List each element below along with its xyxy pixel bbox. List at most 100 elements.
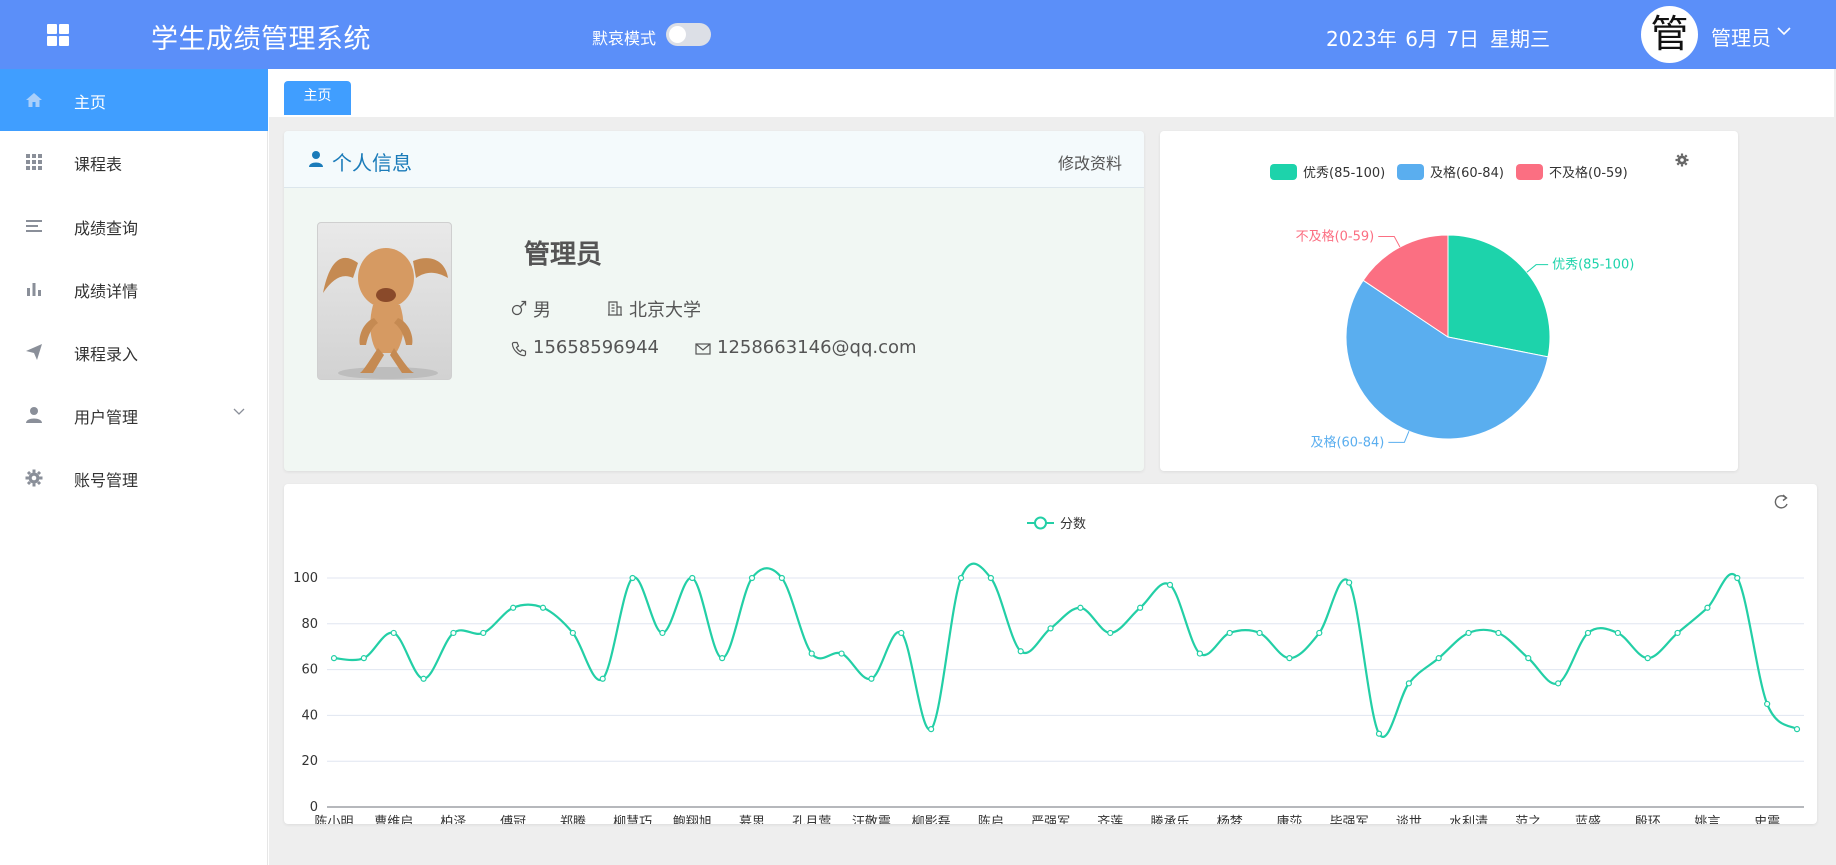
pie-label: 及格(60-84) bbox=[1310, 434, 1384, 450]
data-point bbox=[1674, 629, 1681, 637]
sidebar-item-user-management[interactable]: 用户管理 bbox=[0, 384, 268, 446]
data-point bbox=[1286, 655, 1293, 662]
data-point bbox=[689, 574, 696, 582]
sidebar-item-label: 主页 bbox=[74, 93, 107, 112]
avatar[interactable]: 管 bbox=[1641, 6, 1698, 63]
data-point bbox=[1465, 629, 1472, 637]
male-icon bbox=[511, 300, 527, 316]
legend-item: 优秀(85-100) bbox=[1270, 164, 1385, 181]
x-tick-label: 柳慧巧 bbox=[613, 814, 652, 824]
data-point bbox=[1047, 625, 1054, 632]
data-point bbox=[1166, 581, 1174, 588]
data-point bbox=[1405, 680, 1412, 687]
sidebar-item-label: 课程录入 bbox=[74, 345, 139, 364]
data-point bbox=[1525, 655, 1532, 662]
pie-leader-line bbox=[1378, 235, 1401, 248]
current-weekday: 星期三 bbox=[1490, 27, 1550, 51]
x-tick-label: 史震 bbox=[1754, 815, 1780, 824]
sidebar-item-label: 课程表 bbox=[74, 155, 123, 174]
data-point bbox=[1017, 648, 1024, 655]
mourning-mode-label: 默哀模式 bbox=[592, 29, 657, 48]
x-tick-label: 姚言 bbox=[1694, 815, 1720, 824]
pie-chart: 优秀(85-100) 及格(60-84) 不及格(0-59) 优秀(85-100) 及格… bbox=[1270, 153, 1689, 450]
data-point bbox=[1793, 726, 1801, 733]
y-tick-label: 100 bbox=[293, 571, 318, 586]
data-point bbox=[1555, 680, 1562, 687]
tab-home[interactable]: 主页 bbox=[284, 81, 351, 115]
data-point bbox=[1704, 604, 1711, 611]
personal-info-card: 个人信息 修改资料 管理员 男 北京大学 15658596944 1258663… bbox=[284, 131, 1144, 471]
pie-leader-line bbox=[1526, 264, 1549, 273]
legend-swatch bbox=[1516, 164, 1543, 180]
data-point bbox=[569, 629, 576, 637]
menu-grid-icon[interactable] bbox=[47, 24, 69, 46]
legend-label: 及格(60-84) bbox=[1430, 165, 1504, 181]
data-point bbox=[1584, 629, 1592, 637]
x-tick-label: 孔月莺 bbox=[792, 815, 831, 824]
list-icon bbox=[26, 220, 42, 232]
sidebar-item-account-management[interactable]: 账号管理 bbox=[0, 447, 268, 509]
data-point bbox=[629, 574, 636, 582]
personal-info-header: 个人信息 修改资料 bbox=[284, 131, 1144, 188]
data-point bbox=[1316, 629, 1323, 637]
user-icon bbox=[309, 151, 323, 167]
home-icon bbox=[26, 93, 42, 107]
x-tick-label: 鲍翔旭 bbox=[673, 815, 712, 824]
pie-label: 不及格(0-59) bbox=[1296, 228, 1375, 244]
legend-label: 分数 bbox=[1060, 517, 1086, 532]
sidebar-item-label: 成绩详情 bbox=[74, 282, 139, 301]
main-content: 主页 个人信息 修改资料 管理员 男 北京大学 15658596944 1258… bbox=[269, 69, 1836, 865]
pie-leader-line bbox=[1388, 431, 1410, 443]
top-header: 学生成绩管理系统 默哀模式 2023年 6月 7日 星期三 管 管理员 bbox=[0, 0, 1836, 69]
gear-icon[interactable] bbox=[1675, 153, 1689, 167]
send-icon bbox=[26, 344, 42, 360]
sidebar-item-course-entry[interactable]: 课程录入 bbox=[0, 321, 268, 383]
chevron-down-icon[interactable] bbox=[1776, 23, 1792, 43]
pie-slice bbox=[1447, 234, 1551, 358]
data-point bbox=[539, 604, 547, 611]
x-tick-label: 殷环 bbox=[1635, 815, 1661, 824]
refresh-icon[interactable] bbox=[1774, 494, 1788, 509]
x-tick-label: 曹维启 bbox=[374, 815, 413, 824]
x-tick-label: 齐莲 bbox=[1097, 814, 1123, 824]
x-tick-label: 谈世 bbox=[1396, 815, 1422, 824]
y-tick-label: 20 bbox=[301, 754, 318, 769]
data-point bbox=[390, 629, 397, 637]
data-point bbox=[1196, 650, 1203, 657]
data-point bbox=[1137, 604, 1144, 611]
data-point bbox=[1435, 655, 1442, 662]
legend-item: 分数 bbox=[1027, 516, 1086, 532]
x-tick-label: 蓝盛 bbox=[1575, 815, 1601, 824]
data-point bbox=[957, 574, 965, 582]
data-point bbox=[748, 574, 756, 582]
data-point bbox=[987, 574, 994, 582]
sidebar-item-score-query[interactable]: 成绩查询 bbox=[0, 195, 268, 257]
x-tick-label: 陈小明 bbox=[314, 814, 353, 824]
data-point bbox=[1495, 629, 1502, 637]
user-menu-name[interactable]: 管理员 bbox=[1711, 22, 1771, 51]
gear-icon bbox=[25, 469, 43, 487]
data-point bbox=[659, 629, 666, 637]
y-tick-label: 0 bbox=[310, 800, 318, 815]
x-tick-label: 水利清 bbox=[1449, 815, 1488, 824]
sidebar-item-score-detail[interactable]: 成绩详情 bbox=[0, 258, 268, 320]
line-chart: 分数 0 20 40 60 80 100 陈小明 曹维启 柏泽 傅冠 郑腾 柳慧巧 鲍翔旭 慕思 孔月莺 汪敬震… bbox=[293, 494, 1804, 824]
mourning-mode-toggle[interactable] bbox=[666, 23, 711, 46]
series-line bbox=[333, 562, 1798, 738]
x-tick-label: 柳影磊 bbox=[912, 815, 951, 824]
edit-profile-link[interactable]: 修改资料 bbox=[1058, 150, 1122, 174]
x-tick-label: 郑腾 bbox=[560, 814, 586, 824]
sidebar-item-schedule[interactable]: 课程表 bbox=[0, 131, 268, 193]
data-point bbox=[868, 675, 875, 682]
x-tick-label: 汪敬震 bbox=[852, 814, 891, 824]
sidebar-item-label: 用户管理 bbox=[74, 408, 139, 427]
legend-label: 优秀(85-100) bbox=[1303, 166, 1385, 181]
chevron-down-icon[interactable] bbox=[232, 404, 246, 418]
data-point bbox=[1764, 700, 1771, 708]
data-point bbox=[510, 604, 517, 611]
sidebar-item-home[interactable]: 主页 bbox=[0, 69, 268, 131]
data-point bbox=[1107, 629, 1114, 637]
y-tick-label: 40 bbox=[301, 708, 318, 723]
data-point bbox=[330, 655, 338, 662]
data-point bbox=[719, 655, 726, 662]
